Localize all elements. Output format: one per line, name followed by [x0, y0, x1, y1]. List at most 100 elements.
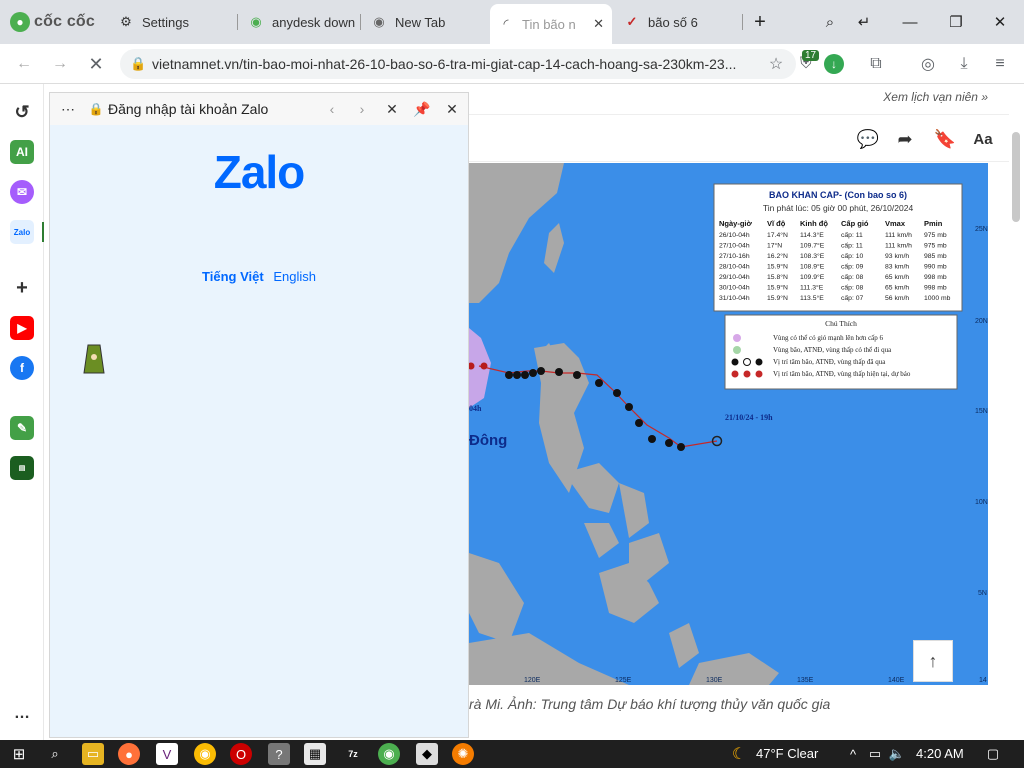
close-panel-icon[interactable]: ✕: [440, 97, 464, 121]
lon-label: 130E: [706, 677, 723, 684]
restore-icon[interactable]: ❐: [944, 10, 968, 34]
panel-back-icon[interactable]: ‹: [320, 97, 344, 121]
app-icon[interactable]: ▤: [10, 456, 34, 480]
forecast-cell: 26/10-04h: [719, 232, 750, 239]
calculator-icon[interactable]: ▦: [304, 743, 326, 765]
tab-settings[interactable]: ⚙ Settings: [110, 6, 235, 38]
calendar-link[interactable]: Xem lịch vạn niên »: [883, 90, 988, 104]
chrome-icon[interactable]: ◉: [194, 743, 216, 765]
place-label: Đông: [469, 432, 507, 449]
tab-bao-so-6[interactable]: ✓ bão số 6: [616, 6, 740, 38]
file-explorer-icon[interactable]: ▭: [82, 743, 104, 765]
tab-anydesk[interactable]: ◉ anydesk down: [240, 6, 355, 38]
legend-title: Chú Thích: [825, 319, 857, 328]
moon-weather-icon[interactable]: ☾: [728, 743, 750, 765]
lon-label: 135E: [797, 677, 814, 684]
active-indicator: [42, 222, 44, 242]
legend-item: Vị trí tâm bão, ATNĐ, vùng thấp đã qua: [773, 358, 886, 366]
tab-label: New Tab: [395, 14, 446, 30]
lang-english-link[interactable]: English: [273, 269, 316, 284]
browser-brand[interactable]: ● cốc cốc: [10, 10, 95, 34]
lang-vietnamese-link[interactable]: Tiếng Việt: [202, 269, 264, 284]
address-bar[interactable]: 🔒 vietnamnet.vn/tin-bao-moi-nhat-26-10-b…: [120, 49, 796, 79]
notes-icon[interactable]: ✎: [10, 416, 34, 440]
coccoc-taskbar-icon[interactable]: ◉: [378, 743, 400, 765]
messenger-icon[interactable]: ✉: [10, 180, 34, 204]
7zip-icon[interactable]: 7z: [342, 743, 364, 765]
new-tab-button[interactable]: +: [748, 10, 772, 34]
forecast-title: BAO KHAN CAP- (Con bao so 6): [769, 190, 907, 200]
page-scrollbar[interactable]: [1012, 132, 1020, 222]
close-window-icon[interactable]: ✕: [988, 10, 1012, 34]
forecast-cell: 15.9°N: [767, 263, 788, 271]
search-tabs-icon[interactable]: ⌕: [818, 10, 842, 34]
font-size-icon[interactable]: Aa: [971, 127, 995, 151]
pin-icon[interactable]: 📌: [410, 97, 434, 121]
forward-icon[interactable]: →: [48, 52, 72, 76]
comment-icon[interactable]: 💬: [856, 127, 880, 151]
tab-active-tin-bao[interactable]: ◜ Tin bão n ✕: [490, 4, 612, 44]
minimize-icon[interactable]: —: [898, 10, 922, 34]
download-green-icon[interactable]: ↓: [824, 54, 844, 74]
zalo-icon[interactable]: Zalo: [10, 220, 34, 244]
app-orange-icon[interactable]: ✺: [452, 743, 474, 765]
back-history-icon[interactable]: ↵: [852, 10, 876, 34]
col-header: Kinh độ: [800, 219, 828, 228]
app-icon[interactable]: ?: [268, 743, 290, 765]
image-caption: rà Mi. Ảnh: Trung tâm Dự báo khí tượng t…: [469, 696, 831, 712]
network-icon[interactable]: ▭: [864, 743, 886, 765]
downloads-icon[interactable]: ⤓: [952, 52, 976, 76]
facebook-icon[interactable]: f: [10, 356, 34, 380]
forecast-cell: 998 mb: [924, 274, 947, 281]
url-text[interactable]: vietnamnet.vn/tin-bao-moi-nhat-26-10-bao…: [152, 56, 736, 72]
panel-stop-icon[interactable]: ✕: [380, 97, 404, 121]
forecast-cell: 83 km/h: [885, 264, 909, 271]
forecast-cell: cấp: 09: [841, 262, 864, 271]
forecast-cell: 15.9°N: [767, 294, 788, 302]
notifications-icon[interactable]: ▢: [982, 743, 1004, 765]
bookmark-icon[interactable]: 🔖: [933, 127, 957, 151]
history-icon[interactable]: ↺: [10, 100, 34, 124]
bookmark-star-icon[interactable]: ☆: [764, 52, 788, 76]
firefox-icon[interactable]: ●: [118, 743, 140, 765]
forecast-cell: 30/10-04h: [719, 285, 750, 292]
forecast-cell: 28/10-04h: [719, 264, 750, 271]
search-icon[interactable]: ⌕: [44, 743, 66, 765]
extensions-puzzle-icon[interactable]: ⧉: [864, 52, 888, 76]
tray-expand-icon[interactable]: ^: [842, 743, 864, 765]
zalo-panel-title: Đăng nhập tài khoản Zalo: [108, 101, 269, 117]
volume-icon[interactable]: 🔈: [886, 743, 908, 765]
lon-label: 140E: [888, 677, 905, 684]
close-tab-icon[interactable]: ✕: [593, 16, 604, 32]
forecast-cell: 93 km/h: [885, 253, 909, 260]
panel-forward-icon[interactable]: ›: [350, 97, 374, 121]
profile-icon[interactable]: ◎: [916, 52, 940, 76]
share-icon[interactable]: ➦: [893, 127, 917, 151]
forecast-cell: 990 mb: [924, 264, 947, 271]
more-options-icon[interactable]: ⋯: [56, 97, 80, 121]
roblox-icon[interactable]: ◆: [416, 743, 438, 765]
forecast-cell: cấp: 08: [841, 272, 864, 281]
coccoc-mascot-icon[interactable]: [82, 343, 106, 375]
back-icon[interactable]: ←: [12, 52, 36, 76]
tab-new-tab[interactable]: ◉ New Tab: [363, 6, 481, 38]
opera-icon[interactable]: O: [230, 743, 252, 765]
forecast-cell: 111 km/h: [885, 243, 912, 250]
zalo-panel-header: ⋯ 🔒 Đăng nhập tài khoản Zalo ‹ › ✕ 📌 ✕: [50, 93, 468, 125]
windows-start-icon[interactable]: ⊞: [8, 743, 30, 765]
stop-loading-icon[interactable]: ✕: [84, 52, 108, 76]
scroll-to-top-button[interactable]: ↑: [913, 640, 953, 682]
weather-text[interactable]: 47°F Clear: [756, 746, 818, 761]
menu-icon[interactable]: ≡: [988, 52, 1012, 76]
lock-icon[interactable]: 🔒: [130, 56, 146, 72]
clock[interactable]: 4:20 AM: [916, 746, 964, 761]
visual-studio-icon[interactable]: V: [156, 743, 178, 765]
lock-icon: 🔒: [88, 102, 104, 116]
youtube-icon[interactable]: ▶: [10, 316, 34, 340]
add-icon[interactable]: +: [10, 276, 34, 300]
more-icon[interactable]: …: [10, 702, 34, 726]
forecast-cell: cấp: 11: [841, 241, 863, 250]
storm-positions: [505, 367, 685, 451]
ai-assistant-icon[interactable]: AI: [10, 140, 34, 164]
legend-item: Vùng bão, ATNĐ, vùng thấp có thể đi qua: [773, 346, 892, 354]
